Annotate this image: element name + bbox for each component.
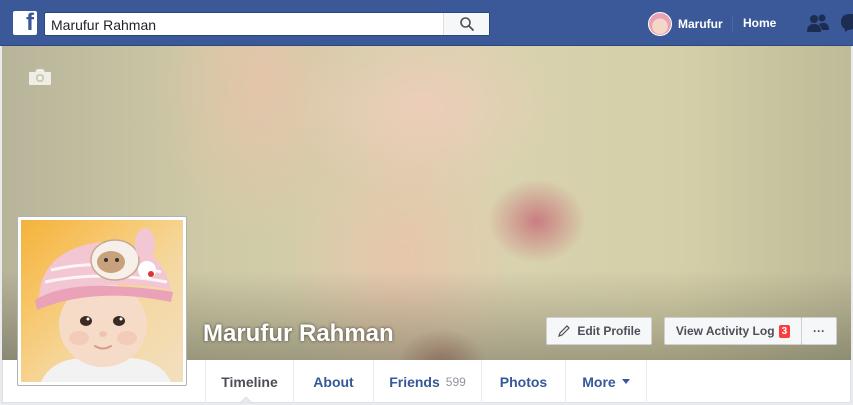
baby-photo-illustration bbox=[35, 228, 173, 382]
friends-icon[interactable] bbox=[806, 13, 830, 33]
profile-name: Marufur Rahman bbox=[203, 320, 394, 347]
tab-photos[interactable]: Photos bbox=[481, 360, 565, 403]
tab-about[interactable]: About bbox=[293, 360, 373, 403]
pencil-icon bbox=[558, 325, 571, 337]
tab-friends-label: Friends bbox=[389, 373, 440, 390]
avatar bbox=[648, 12, 672, 36]
search-button[interactable] bbox=[443, 13, 489, 35]
camera-icon[interactable] bbox=[28, 68, 52, 86]
active-tab-indicator bbox=[240, 397, 252, 403]
top-navigation-bar: f Marufur Home bbox=[0, 0, 853, 46]
messenger-icon[interactable] bbox=[840, 13, 853, 33]
caret-down-icon bbox=[621, 379, 630, 384]
search-box bbox=[44, 12, 490, 36]
facebook-logo-icon[interactable]: f bbox=[13, 11, 37, 35]
nav-divider bbox=[732, 16, 733, 32]
nav-user-profile-link[interactable]: Marufur bbox=[648, 12, 723, 36]
tab-more[interactable]: More bbox=[565, 360, 647, 403]
tab-more-label: More bbox=[582, 373, 616, 390]
notification-badge: 3 bbox=[778, 324, 791, 338]
profile-picture[interactable] bbox=[17, 216, 187, 386]
tab-photos-label: Photos bbox=[499, 373, 548, 390]
search-input[interactable] bbox=[51, 15, 441, 34]
edit-profile-button[interactable]: Edit Profile bbox=[546, 317, 652, 345]
nav-user-name: Marufur bbox=[678, 17, 723, 31]
tab-friends[interactable]: Friends 599 bbox=[373, 360, 481, 403]
tab-timeline-label: Timeline bbox=[221, 373, 278, 390]
friends-count: 599 bbox=[445, 374, 466, 389]
view-activity-log-label: View Activity Log bbox=[675, 324, 775, 338]
profile-picture-image bbox=[21, 220, 183, 382]
more-options-button[interactable]: ··· bbox=[801, 317, 837, 345]
more-options-label: ··· bbox=[813, 324, 825, 338]
view-activity-log-button[interactable]: View Activity Log 3 bbox=[664, 317, 802, 345]
edit-profile-label: Edit Profile bbox=[577, 324, 641, 338]
home-link[interactable]: Home bbox=[743, 16, 776, 30]
tab-about-label: About bbox=[313, 373, 354, 390]
search-icon bbox=[459, 17, 474, 31]
